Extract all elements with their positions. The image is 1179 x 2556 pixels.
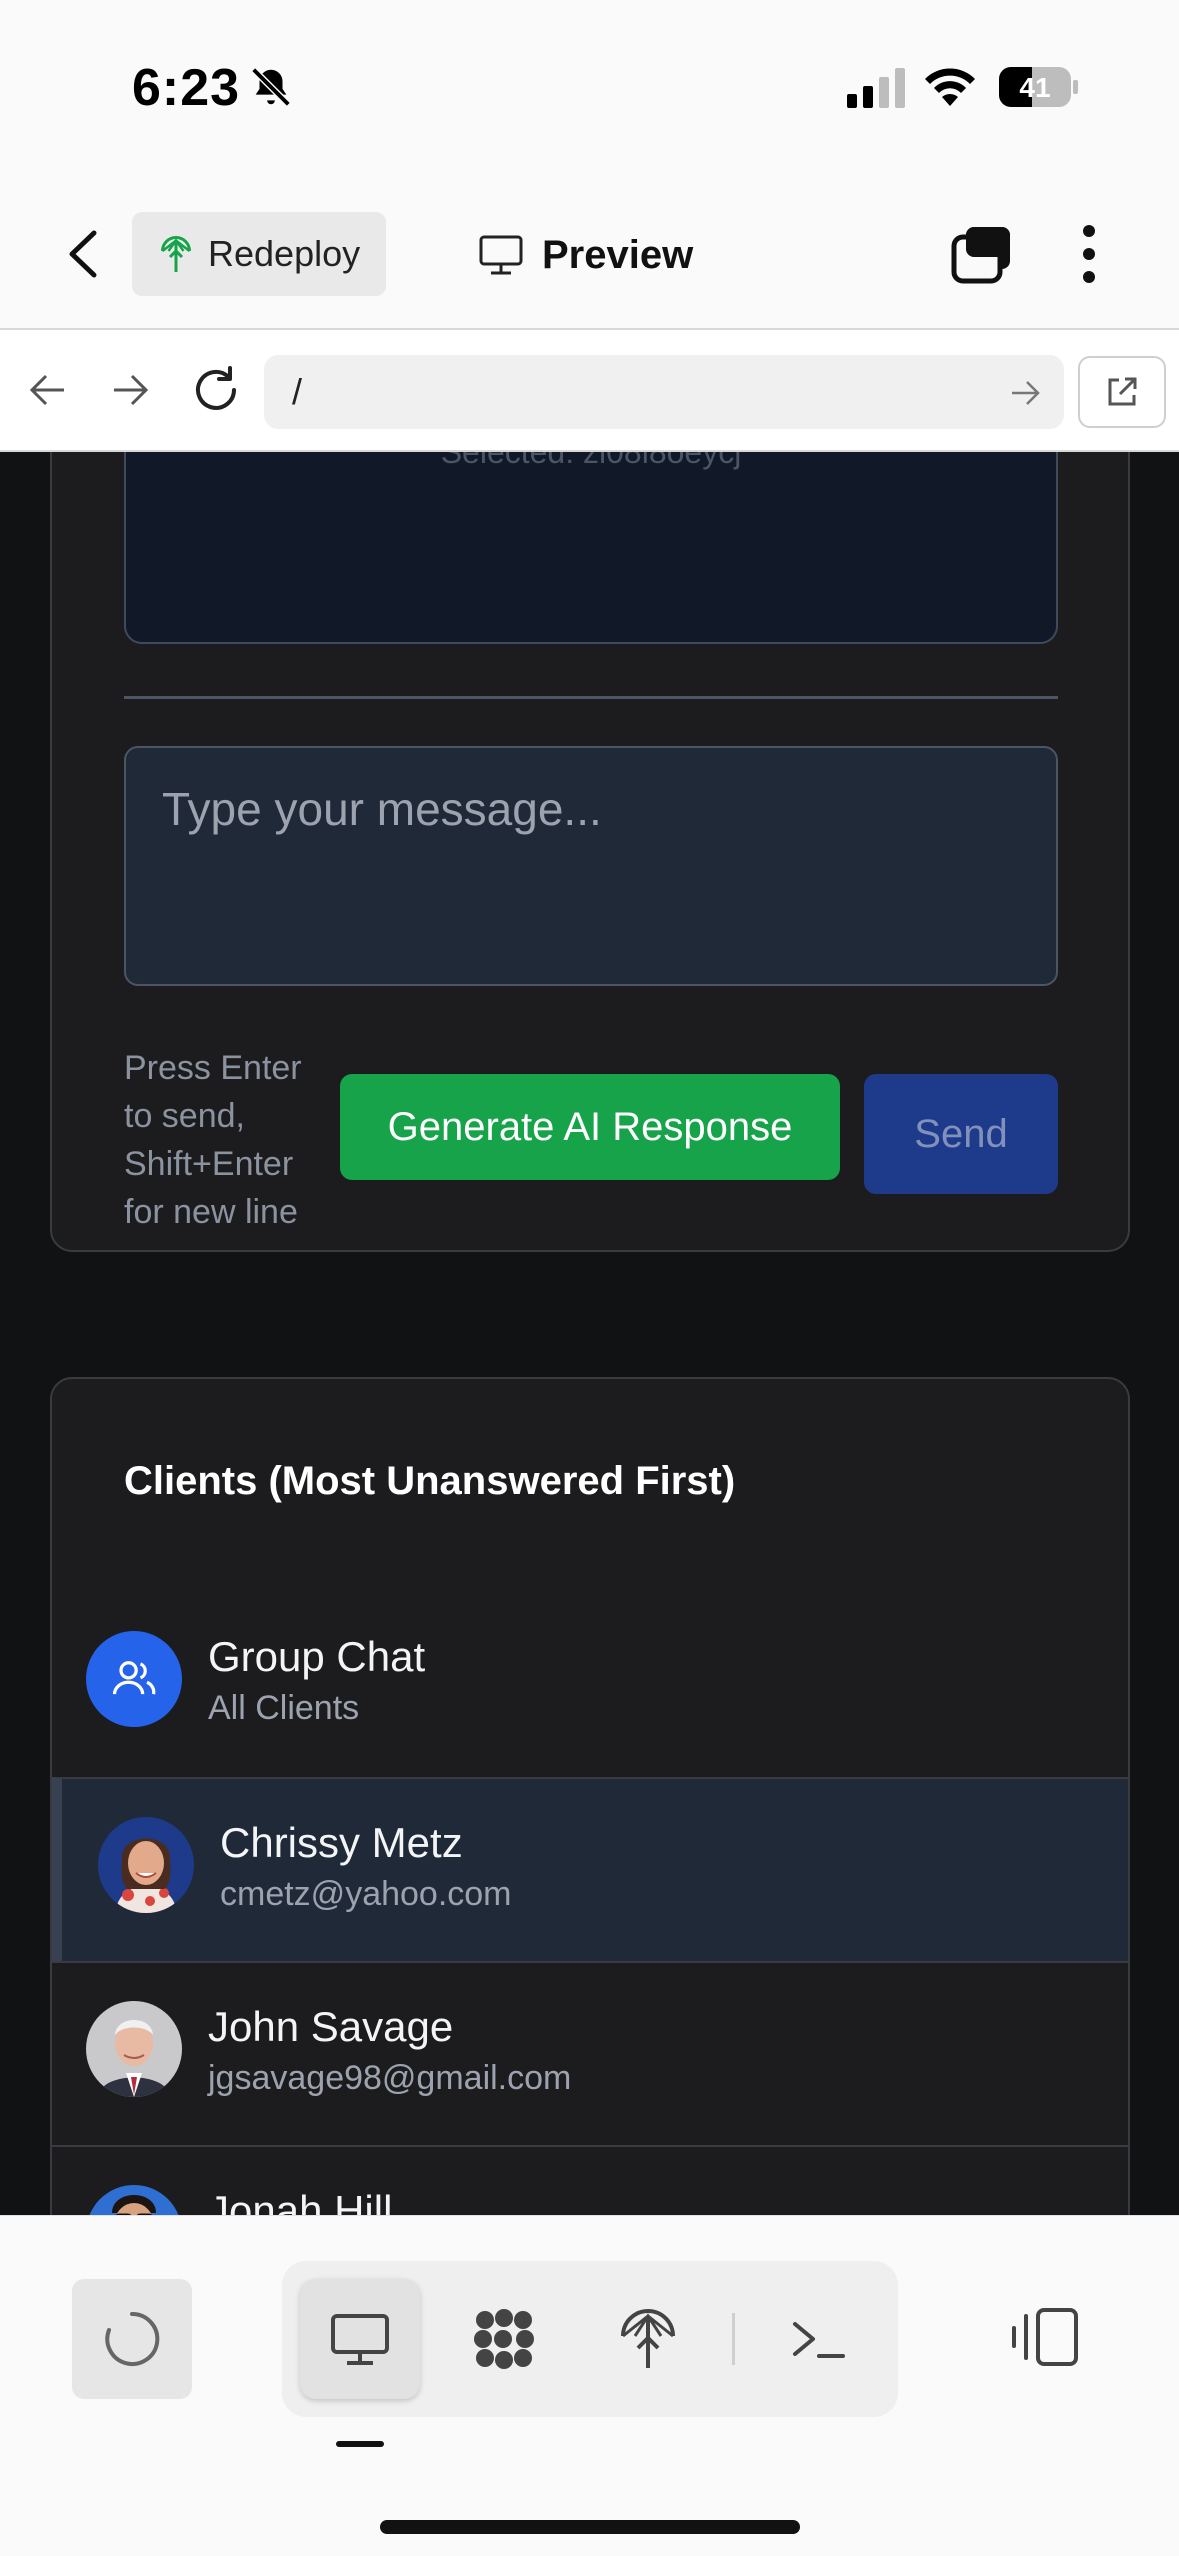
preview-label: Preview [542, 232, 694, 277]
chat-panel: Selected: zi08l8oeycj Type your message.… [50, 452, 1130, 1252]
client-name: Chrissy Metz [220, 1819, 463, 1866]
message-list: Selected: zi08l8oeycj [124, 452, 1058, 644]
battery-icon: 41 [998, 66, 1080, 108]
screen: 6:23 41 Redeploy Preview / Selected: zi0… [0, 0, 1179, 2556]
toolbar-divider [732, 2313, 735, 2365]
selected-id-text: Selected: zi08l8oeycj [440, 452, 742, 470]
client-item-jonah-hill[interactable]: Jonah Hill [52, 2145, 1128, 2215]
home-indicator [380, 2520, 800, 2534]
reload-icon[interactable] [190, 364, 242, 416]
panel-toggle-icon[interactable] [1010, 2306, 1080, 2368]
clients-panel: Clients (Most Unanswered First) Group Ch… [50, 1377, 1130, 2215]
arrow-right-icon[interactable] [108, 368, 152, 412]
url-text: / [292, 371, 303, 412]
deploy-icon [621, 2309, 675, 2368]
tool-preview[interactable] [300, 2279, 420, 2399]
clients-title: Clients (Most Unanswered First) [124, 1459, 736, 1503]
url-input[interactable]: / [264, 355, 1064, 429]
spinner-icon [105, 2311, 160, 2366]
message-placeholder: Type your message... [162, 783, 602, 835]
preview-tab[interactable]: Preview [478, 227, 693, 283]
active-tab-indicator [336, 2441, 384, 2447]
tabs-switcher-icon[interactable] [950, 223, 1014, 285]
avatar [86, 2185, 182, 2215]
client-name: John Savage [208, 2003, 454, 2050]
monitor-icon [479, 235, 523, 275]
more-vertical-icon[interactable] [1080, 223, 1098, 285]
wifi-icon [925, 68, 975, 106]
send-button[interactable]: Send [864, 1074, 1058, 1194]
client-name: Jonah Hill [208, 2187, 393, 2215]
client-subtitle: cmetz@yahoo.com [220, 1875, 512, 1913]
app-toolbar: Redeploy Preview [0, 175, 1179, 330]
client-subtitle: All Clients [208, 1689, 360, 1727]
client-item-chrissy-metz[interactable]: Chrissy Metz cmetz@yahoo.com [52, 1777, 1128, 1961]
browser-url-bar: / [0, 330, 1179, 452]
arrow-left-icon[interactable] [26, 368, 70, 412]
deploy-icon [161, 236, 191, 272]
redeploy-button[interactable]: Redeploy [132, 212, 386, 296]
blocks-icon [474, 2309, 534, 2369]
send-hint: Press Enter to send, Shift+Enter for new… [124, 1049, 302, 1231]
avatar [98, 1817, 194, 1913]
cellular-signal-icon [847, 68, 905, 108]
client-item-group-chat[interactable]: Group Chat All Clients [52, 1593, 1128, 1777]
client-subtitle: jgsavage98@gmail.com [208, 2059, 572, 2097]
users-icon [86, 1631, 182, 1727]
external-link-icon [1108, 377, 1137, 406]
loading-button[interactable] [72, 2279, 192, 2399]
terminal-icon [793, 2322, 845, 2358]
tool-terminal[interactable] [758, 2279, 878, 2399]
client-name: Group Chat [208, 1633, 426, 1680]
bell-off-icon [251, 67, 291, 107]
go-arrow-icon[interactable] [1008, 376, 1042, 410]
bottom-toolbar [0, 2215, 1179, 2556]
web-preview: Selected: zi08l8oeycj Type your message.… [0, 452, 1179, 2215]
divider [124, 696, 1058, 699]
battery-level: 41 [1019, 72, 1050, 103]
tool-canvas[interactable] [444, 2279, 564, 2399]
tool-deploy[interactable] [588, 2279, 708, 2399]
status-time: 6:23 [132, 59, 241, 117]
monitor-icon [331, 2314, 389, 2365]
tool-switcher [282, 2261, 898, 2417]
back-chevron-icon[interactable] [62, 227, 106, 281]
avatar [86, 2001, 182, 2097]
message-input[interactable]: Type your message... [124, 746, 1058, 986]
client-item-john-savage[interactable]: John Savage jgsavage98@gmail.com [52, 1961, 1128, 2145]
open-external-button[interactable] [1078, 356, 1166, 428]
status-bar: 6:23 41 [0, 0, 1179, 175]
redeploy-label: Redeploy [208, 233, 361, 274]
generate-ai-response-button[interactable]: Generate AI Response [340, 1074, 840, 1180]
